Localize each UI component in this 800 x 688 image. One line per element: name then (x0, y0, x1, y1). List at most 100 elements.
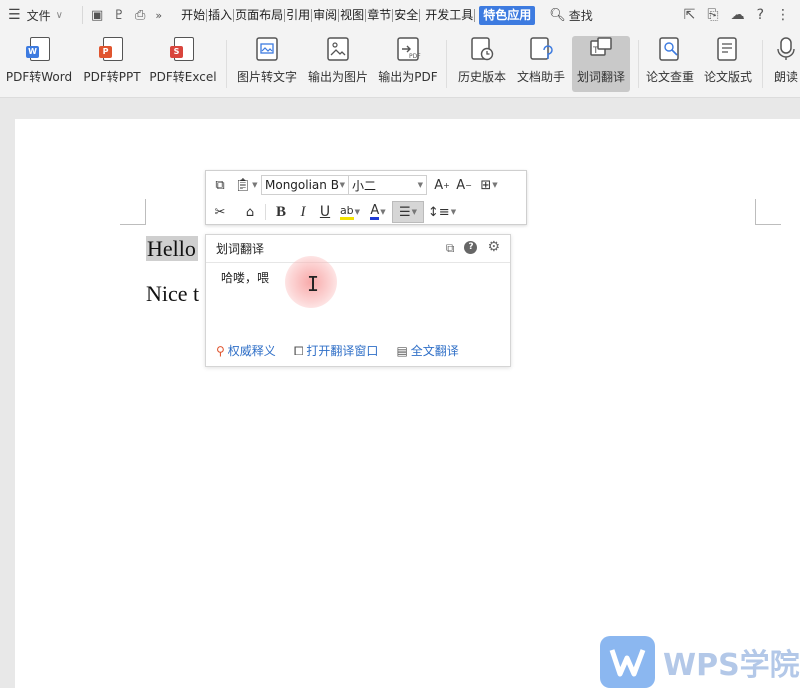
chevron-down-icon: ▼ (417, 181, 423, 189)
word-translate-label: 划词翻译 (576, 70, 625, 84)
chevron-down-icon: ▼ (380, 208, 386, 216)
pdf-to-excel-button[interactable]: S PDF转Excel (149, 36, 217, 92)
cut-icon[interactable]: ✂ (209, 201, 231, 223)
gear-icon[interactable]: ⚙ (487, 240, 500, 256)
font-color-icon: A (370, 203, 380, 220)
tab-chapter[interactable]: 章节 (366, 8, 394, 22)
format-painter-icon[interactable]: ⌂ (239, 201, 261, 223)
svg-text:T: T (592, 46, 599, 56)
floating-format-toolbar: ⧉ 📋︎ ▼ Mongolian B ▼ 小二 ▼ A + A − ⊞ ▼ ✂ ⌂ B … (205, 170, 527, 225)
translate-doc-icon: ▤ (396, 344, 408, 358)
image-to-text-icon (254, 36, 280, 62)
export-image-icon (325, 36, 351, 62)
tab-page-layout[interactable]: 页面布局 (234, 8, 286, 22)
quick-access-toolbar: ▣ ♇ ⎙ » (82, 6, 170, 24)
share-icon[interactable]: ⇱ (684, 7, 696, 23)
font-name-select[interactable]: Mongolian B ▼ (261, 175, 349, 195)
doc-assistant-button[interactable]: 文档助手 (514, 36, 568, 92)
read-aloud-label: 朗读 (773, 70, 798, 84)
plagiarism-check-button[interactable]: 论文查重 (644, 36, 696, 92)
paper-format-button[interactable]: 论文版式 (702, 36, 754, 92)
bold-icon[interactable]: B (270, 201, 292, 223)
pdf-to-word-icon: W (26, 36, 52, 62)
pdf-to-word-button[interactable]: W PDF转Word (6, 36, 72, 92)
authoritative-definition-link[interactable]: ⚲ 权威释义 (216, 342, 276, 359)
paper-format-icon (715, 36, 741, 62)
insert-shape-button[interactable]: ⊞ ▼ (475, 174, 503, 196)
align-button[interactable]: ☰ ▼ (392, 201, 424, 223)
read-aloud-button[interactable]: 朗读 (772, 36, 800, 92)
translation-title: 划词翻译 (216, 242, 265, 256)
sync-icon[interactable]: ⎘ (707, 7, 718, 23)
more-icon[interactable]: » (155, 9, 162, 22)
help-icon[interactable]: ? (757, 7, 764, 23)
version-history-button[interactable]: 历史版本 (456, 36, 508, 92)
export-image-label: 输出为图片 (308, 70, 369, 84)
export-pdf-label: 输出为PDF (378, 70, 438, 84)
tab-view[interactable]: 视图 (339, 8, 367, 22)
ribbon-separator (762, 40, 763, 88)
document-line-2[interactable]: Nice t (146, 281, 199, 307)
font-size-select[interactable]: 小二 ▼ (349, 175, 427, 195)
pdf-to-ppt-icon: P (99, 36, 125, 62)
format-painter-icon[interactable]: ♇ (113, 8, 125, 23)
line-spacing-icon: ↕≡ (427, 204, 450, 220)
open-translate-window-link[interactable]: ⧠ 打开翻译窗口 (294, 342, 379, 359)
selected-text[interactable]: Hello (146, 236, 198, 261)
image-to-text-label: 图片转文字 (236, 70, 297, 84)
translation-header: 划词翻译 ⧉ ? ⚙ (206, 235, 510, 263)
version-history-label: 历史版本 (457, 70, 506, 84)
read-aloud-icon (773, 36, 799, 62)
font-name-value: Mongolian B (265, 178, 339, 192)
shrink-font-icon[interactable]: A − (453, 174, 475, 196)
cloud-icon[interactable]: ☁ (731, 7, 745, 23)
save-icon[interactable]: ▣ (91, 8, 103, 23)
watermark-text: WPS学院 (663, 648, 800, 683)
toolbar-row-2: ✂ ⌂ B I U ab ▼ A ▼ ☰ ▼ ↕≡ ▼ (206, 199, 456, 225)
paste-button[interactable]: 📋︎ ▼ (231, 174, 261, 196)
image-to-text-button[interactable]: 图片转文字 (236, 36, 298, 92)
doc-assistant-label: 文档助手 (516, 70, 565, 84)
chevron-down-icon: ▼ (450, 208, 457, 216)
hamburger-icon: ☰ (8, 7, 21, 23)
tab-review[interactable]: 审阅 (312, 8, 340, 22)
pdf-to-ppt-button[interactable]: P PDF转PPT (83, 36, 141, 92)
translation-links: ⚲ 权威释义 ⧠ 打开翻译窗口 ▤ 全文翻译 (216, 342, 459, 359)
wps-logo-icon (600, 636, 655, 688)
tab-special-apps[interactable]: 特色应用 (479, 5, 536, 25)
print-icon[interactable]: ⎙ (135, 8, 145, 23)
copy-icon[interactable]: ⧉ (446, 241, 455, 256)
export-image-button[interactable]: 输出为图片 (308, 36, 368, 92)
highlight-icon: ab (339, 204, 354, 220)
full-text-translate-label: 全文翻译 (410, 344, 459, 358)
toolbar-row-1: ⧉ 📋︎ ▼ Mongolian B ▼ 小二 ▼ A + A − ⊞ ▼ (206, 172, 503, 198)
search-label: 查找 (568, 8, 593, 23)
word-translate-button[interactable]: T 划词翻译 (572, 36, 630, 92)
tab-developer[interactable]: 开发工具 (424, 8, 476, 22)
italic-icon[interactable]: I (292, 201, 314, 223)
file-menu-label: 文件 (26, 8, 51, 23)
chevron-down-icon: ▼ (411, 208, 418, 216)
grow-font-icon[interactable]: A + (431, 174, 453, 196)
search-button[interactable]: 🔍︎ 查找 (549, 0, 593, 30)
translation-result: 哈喽，喂 (221, 271, 270, 285)
file-menu[interactable]: ☰ 文件 ∨ (0, 0, 82, 30)
full-text-translate-link[interactable]: ▤ 全文翻译 (396, 342, 458, 359)
wps-academy-watermark: WPS学院 (600, 636, 800, 688)
export-pdf-button[interactable]: PDF 输出为PDF (378, 36, 438, 92)
underline-icon[interactable]: U (314, 201, 336, 223)
font-color-button[interactable]: A ▼ (364, 201, 392, 223)
ribbon-tabs: 开始 插入 页面布局 引用 审阅 视图 章节 安全 开发工具 特色应用 (180, 0, 536, 30)
tab-insert[interactable]: 插入 (207, 8, 235, 22)
translation-actions: ⧉ ? ⚙ (446, 240, 500, 256)
tab-references[interactable]: 引用 (285, 8, 313, 22)
document-line-1[interactable]: Hello (146, 236, 198, 262)
tab-security[interactable]: 安全 (393, 8, 421, 22)
copy-icon[interactable]: ⧉ (209, 174, 231, 196)
more-options-icon[interactable]: ⋮ (776, 7, 790, 23)
chevron-down-icon: ▼ (354, 208, 361, 216)
tab-home[interactable]: 开始 (180, 8, 208, 22)
help-icon[interactable]: ? (464, 241, 478, 254)
highlight-button[interactable]: ab ▼ (336, 201, 364, 223)
line-spacing-button[interactable]: ↕≡ ▼ (428, 201, 456, 223)
